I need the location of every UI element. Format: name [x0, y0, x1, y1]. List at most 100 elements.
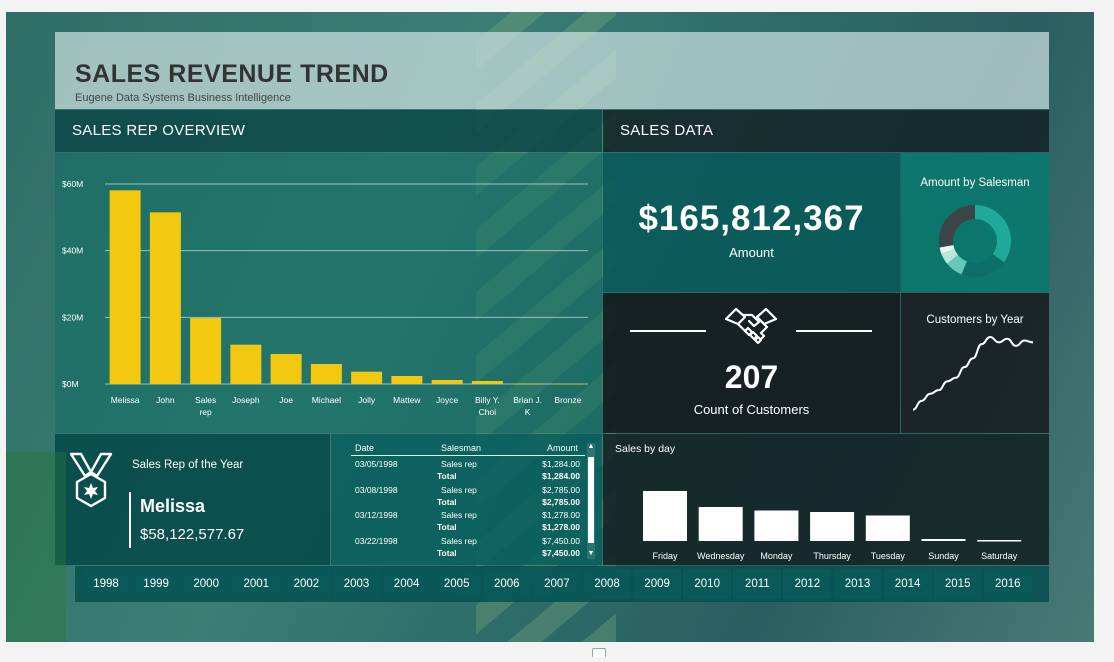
cell-date: 03/12/1998	[355, 510, 398, 520]
x-tick-label-line: Bronze	[554, 395, 581, 405]
divider-line-right	[796, 330, 872, 332]
sales-table[interactable]: Date Salesman Amount 03/05/1998 Sales rep…	[331, 434, 602, 565]
x-tick-label-line: Choi	[479, 407, 497, 417]
scroll-up-icon[interactable]: ▲	[587, 443, 595, 451]
divider-line-left	[630, 330, 706, 332]
day-label: Tuesday	[871, 551, 906, 561]
bar-chart-svg: $0M $20M $40M $60M Melissa John Sales rep Joseph…	[62, 179, 588, 417]
cell-amount: $1,278.00	[542, 510, 580, 520]
year-button-2000[interactable]: 2000	[182, 569, 231, 599]
cell-salesman: Sales rep	[441, 484, 477, 495]
column-header-amount[interactable]: Amount	[547, 443, 578, 453]
year-button-2013[interactable]: 2013	[833, 569, 882, 599]
x-tick-label: Joe	[279, 395, 293, 405]
amount-label: Amount	[729, 245, 774, 260]
year-button-2006[interactable]: 2006	[482, 569, 531, 599]
day-bar	[643, 491, 687, 541]
x-tick-label-line: Joseph	[232, 395, 260, 405]
y-tick-label: $0M	[62, 379, 79, 389]
year-button-2012[interactable]: 2012	[783, 569, 832, 599]
cell-salesman: Sales rep	[441, 459, 477, 469]
y-tick-label: $60M	[62, 179, 83, 189]
x-tick-label: Bronze	[554, 395, 581, 405]
cell-date: 03/08/1998	[355, 484, 398, 495]
year-button-1999[interactable]: 1999	[132, 569, 181, 599]
cell-amount: $7,450.00	[542, 535, 580, 546]
year-button-2001[interactable]: 2001	[232, 569, 281, 599]
x-tick-label-line: Jolly	[358, 395, 376, 405]
bar	[351, 371, 383, 384]
column-header-date[interactable]: Date	[355, 443, 374, 453]
year-button-2004[interactable]: 2004	[382, 569, 431, 599]
x-tick-label-line: Joe	[279, 395, 293, 405]
section-title: SALES DATA	[620, 122, 714, 139]
column-header-salesman[interactable]: Salesman	[441, 443, 481, 453]
bar	[391, 376, 423, 384]
cell-salesman: Sales rep	[441, 535, 477, 546]
year-button-2007[interactable]: 2007	[532, 569, 581, 599]
year-button-2003[interactable]: 2003	[332, 569, 381, 599]
day-bar	[754, 510, 799, 541]
customers-card[interactable]: 207 Count of Customers	[603, 293, 900, 433]
rep-of-year-name: Melissa	[140, 496, 206, 516]
bar	[512, 383, 544, 385]
customers-by-year-title: Customers by Year	[926, 314, 1024, 326]
x-tick-label-line: rep	[199, 407, 212, 417]
day-label: Sunday	[928, 551, 959, 561]
handshake-icon	[724, 307, 778, 345]
year-button-2015[interactable]: 2015	[933, 569, 982, 599]
year-button-2016[interactable]: 2016	[983, 569, 1032, 599]
bar	[431, 380, 463, 384]
customers-by-year-card[interactable]: Customers by Year	[901, 293, 1049, 433]
x-tick-label: Sales rep	[195, 395, 216, 417]
year-button-1998[interactable]: 1998	[82, 569, 130, 599]
sales-by-day-title: Sales by day	[615, 443, 676, 455]
day-bar	[977, 540, 1022, 542]
x-tick-label: Mattew	[393, 395, 421, 405]
day-bar	[865, 515, 910, 541]
x-tick-label: Michael	[312, 395, 341, 405]
amount-card[interactable]: $165,812,367 Amount	[603, 153, 900, 292]
bar	[149, 212, 181, 384]
day-bar	[921, 539, 966, 541]
year-button-2002[interactable]: 2002	[282, 569, 331, 599]
amount-by-salesman-card[interactable]: Amount by Salesman	[901, 153, 1049, 292]
bar	[310, 364, 342, 384]
x-tick-label-line: K	[525, 407, 531, 417]
scroll-thumb[interactable]	[588, 457, 594, 543]
x-tick-label: Joyce	[436, 395, 458, 405]
x-tick-label-line: Melissa	[111, 395, 140, 405]
sales-rep-bar-chart[interactable]: $0M $20M $40M $60M Melissa John Sales rep Joseph…	[55, 153, 602, 433]
bar	[190, 318, 222, 384]
year-button-2005[interactable]: 2005	[432, 569, 481, 599]
cell-total: $7,450.00	[542, 547, 580, 558]
rep-of-year-divider	[129, 492, 131, 548]
scroll-down-icon[interactable]: ▼	[587, 550, 595, 558]
header-divider	[351, 455, 585, 456]
bottom-scroll-handle[interactable]	[592, 648, 606, 657]
year-button-2011[interactable]: 2011	[733, 569, 782, 599]
rep-of-year-amount: $58,122,577.67	[140, 526, 245, 543]
year-button-2010[interactable]: 2010	[683, 569, 732, 599]
sales-data-header: SALES DATA	[603, 110, 1049, 152]
sales-by-day-card[interactable]: Friday Wednesday Monday Thursday Tuesday Sund…	[603, 434, 1049, 565]
sales-rep-of-year-card[interactable]: Sales Rep of the Year Melissa $58,122,57…	[55, 434, 330, 565]
year-button-2008[interactable]: 2008	[583, 569, 631, 599]
year-button-2009[interactable]: 2009	[633, 569, 682, 599]
year-slicer[interactable]: 1998 1999 2000 2001 2002 2003 2004 2005 2006 2007…	[75, 566, 1049, 602]
year-button-2014[interactable]: 2014	[883, 569, 932, 599]
y-tick-label: $20M	[62, 312, 83, 322]
table-scrollbar[interactable]: ▲ ▼	[587, 443, 595, 559]
cell-total-label: Total	[437, 522, 457, 532]
x-tick-label-line: Sales	[195, 395, 216, 405]
bar	[471, 381, 503, 384]
customers-count-label: Count of Customers	[693, 402, 810, 417]
medal-icon	[69, 452, 113, 508]
day-label: Monday	[760, 551, 793, 561]
customers-count-value: 207	[724, 359, 779, 395]
day-label: Saturday	[981, 551, 1018, 561]
cell-date: 03/22/1998	[355, 535, 398, 546]
cell-total-label: Total	[437, 471, 457, 481]
sales-rep-overview-header: SALES REP OVERVIEW	[55, 110, 602, 152]
x-tick-label: Billy Y. Choi	[475, 395, 500, 417]
